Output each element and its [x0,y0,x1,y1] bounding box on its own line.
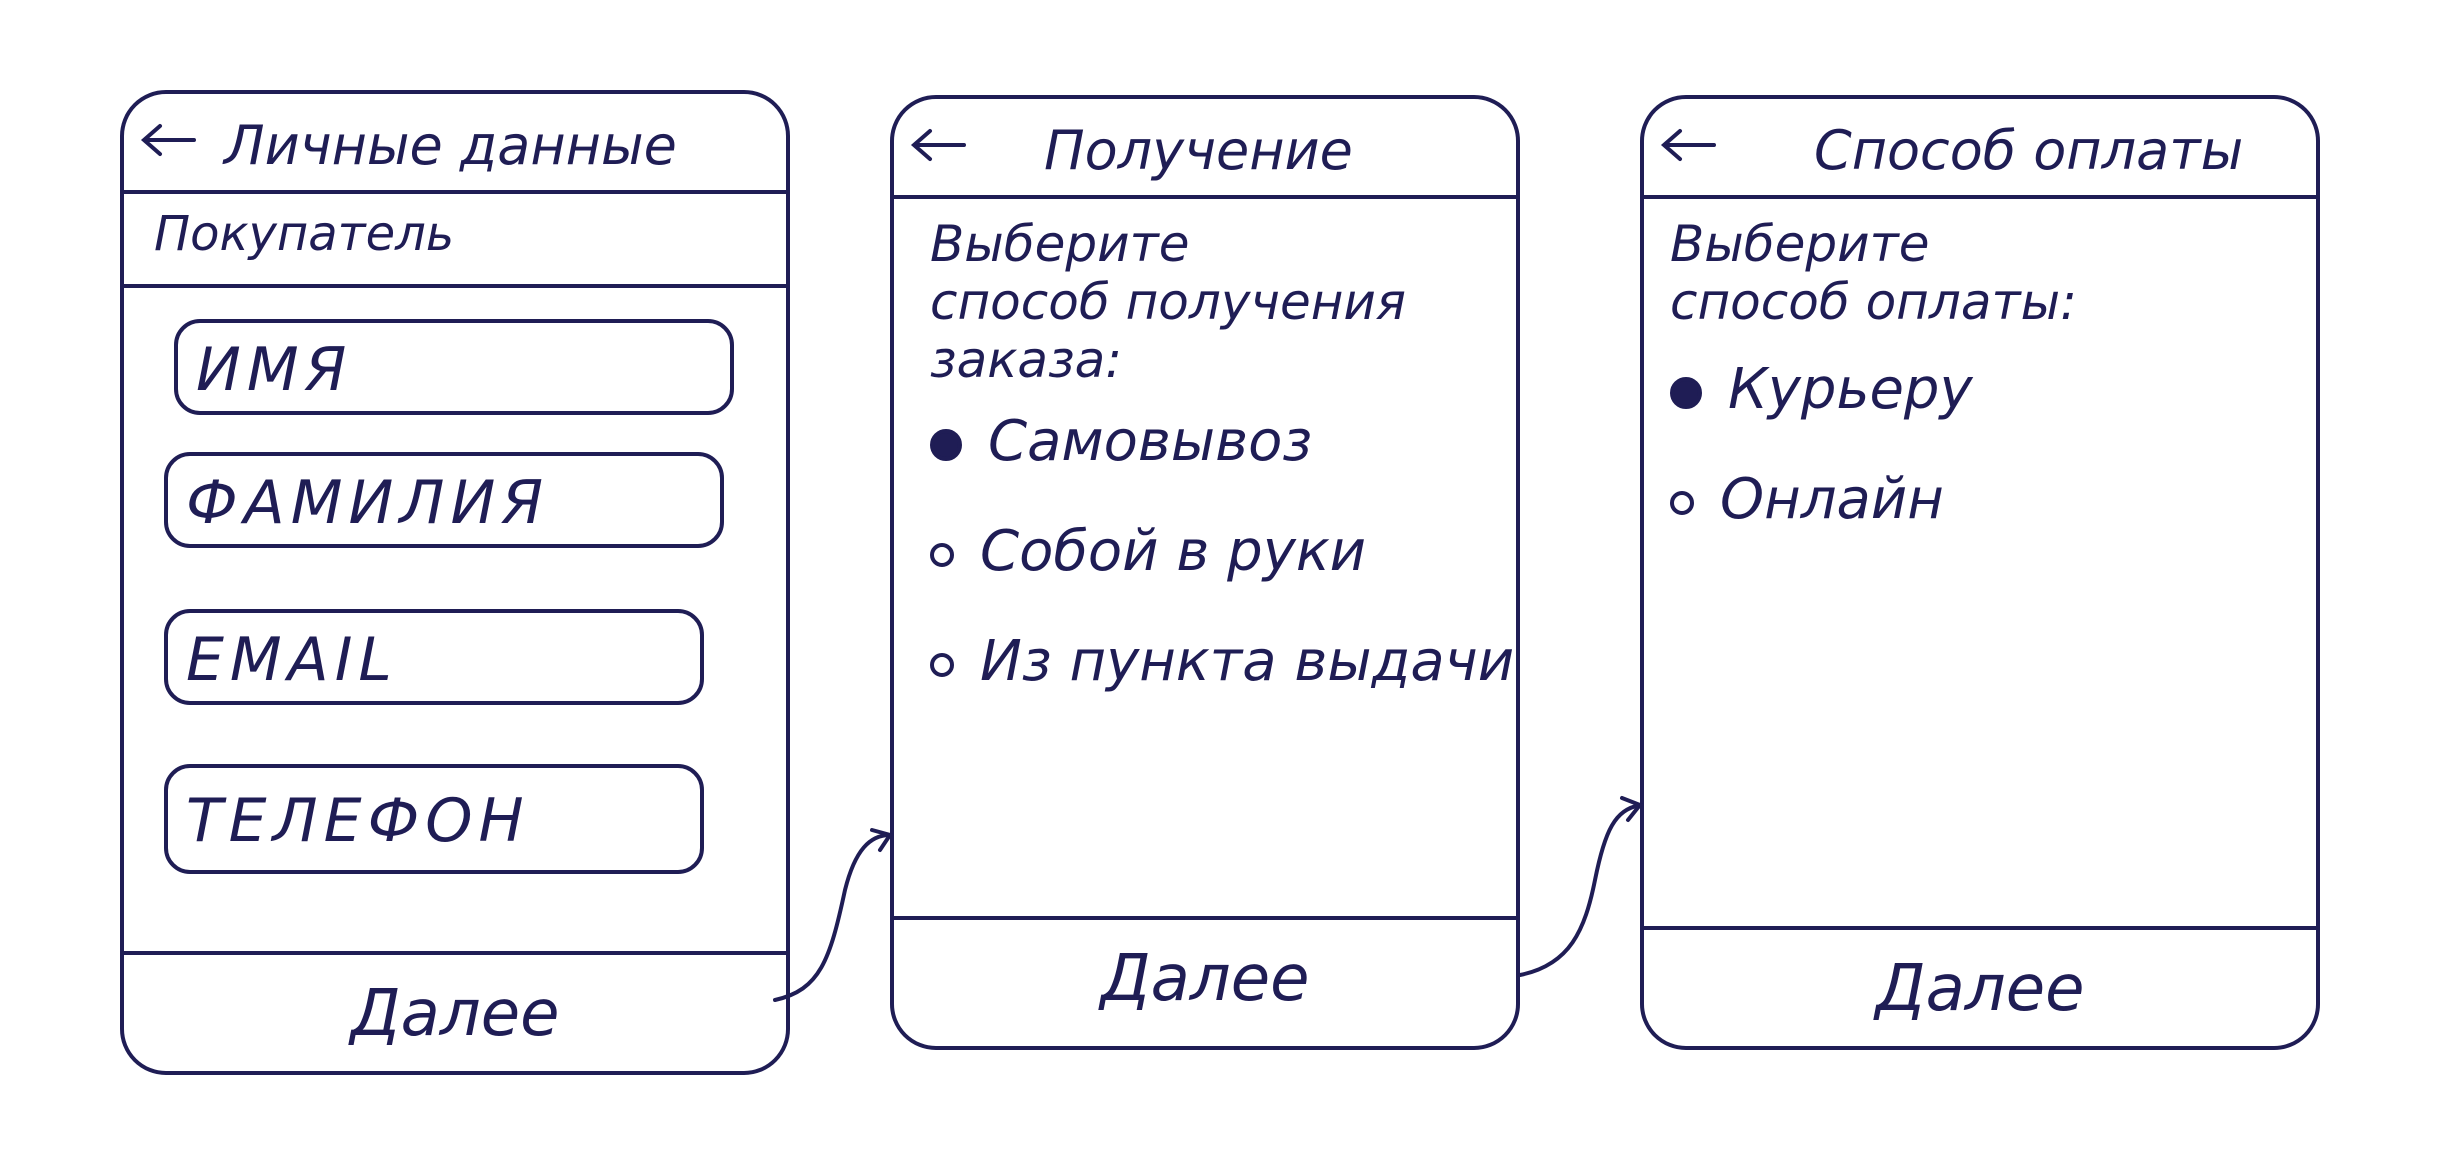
screen-footer: Далее [894,916,1516,1046]
next-button[interactable]: Далее [124,977,786,1051]
radio-empty-icon[interactable] [1670,490,1694,515]
back-arrow-icon[interactable] [138,120,198,160]
flow-arrow-2-icon [1518,803,1642,977]
radio-filled-icon[interactable] [930,428,962,461]
section-divider [124,284,786,288]
option-label: Курьеру [1728,357,1973,422]
phone-field[interactable]: ТЕЛЕФОН [164,764,704,874]
radio-filled-icon[interactable] [1670,376,1702,409]
email-field[interactable]: EMAIL [164,609,704,705]
section-label-buyer: Покупатель [154,206,455,262]
prompt-text: Выберите способ оплаты: [1670,215,2077,331]
back-arrow-icon[interactable] [1658,125,1718,165]
field-label: EMAIL [186,625,398,695]
back-arrow-icon[interactable] [908,125,968,165]
prompt-text: Выберите способ получения заказа: [930,215,1406,389]
radio-empty-icon[interactable] [930,652,954,677]
option-label: Из пункта выдачи [980,629,1515,694]
option-hand-delivery[interactable]: Собой в руки [930,519,1366,584]
screen-payment: Способ оплаты Выберите способ оплаты: Ку… [1640,95,2320,1050]
screen-personal-data: Личные данные Покупатель ИМЯ ФАМИЛИЯ EMA… [120,90,790,1075]
option-online[interactable]: Онлайн [1670,467,1944,532]
flow-arrow-1-head [870,828,894,852]
screen-header: Получение [894,99,1516,199]
field-label: ФАМИЛИЯ [186,468,550,538]
first-name-field[interactable]: ИМЯ [174,319,734,415]
next-button[interactable]: Далее [1644,952,2316,1026]
option-pickup-point[interactable]: Из пункта выдачи [930,629,1514,694]
option-label: Собой в руки [980,519,1367,584]
radio-empty-icon[interactable] [930,542,954,567]
option-pickup[interactable]: Самовывоз [930,409,1312,474]
screen-header: Способ оплаты [1644,99,2316,199]
option-label: Самовывоз [988,409,1313,474]
option-label: Онлайн [1720,467,1944,532]
last-name-field[interactable]: ФАМИЛИЯ [164,452,724,548]
flow-arrow-1-icon [773,833,892,1002]
screen-title: Способ оплаты [1814,119,2244,182]
screen-title: Личные данные [224,114,677,177]
field-label: ТЕЛЕФОН [186,786,530,856]
screen-footer: Далее [124,951,786,1071]
screen-delivery: Получение Выберите способ получения зака… [890,95,1520,1050]
next-button[interactable]: Далее [894,942,1516,1016]
screen-header: Личные данные [124,94,786,194]
screen-title: Получение [1044,119,1353,182]
option-courier[interactable]: Курьеру [1670,357,1973,422]
flow-arrow-2-head [1620,796,1644,822]
field-label: ИМЯ [196,335,353,405]
screen-footer: Далее [1644,926,2316,1046]
